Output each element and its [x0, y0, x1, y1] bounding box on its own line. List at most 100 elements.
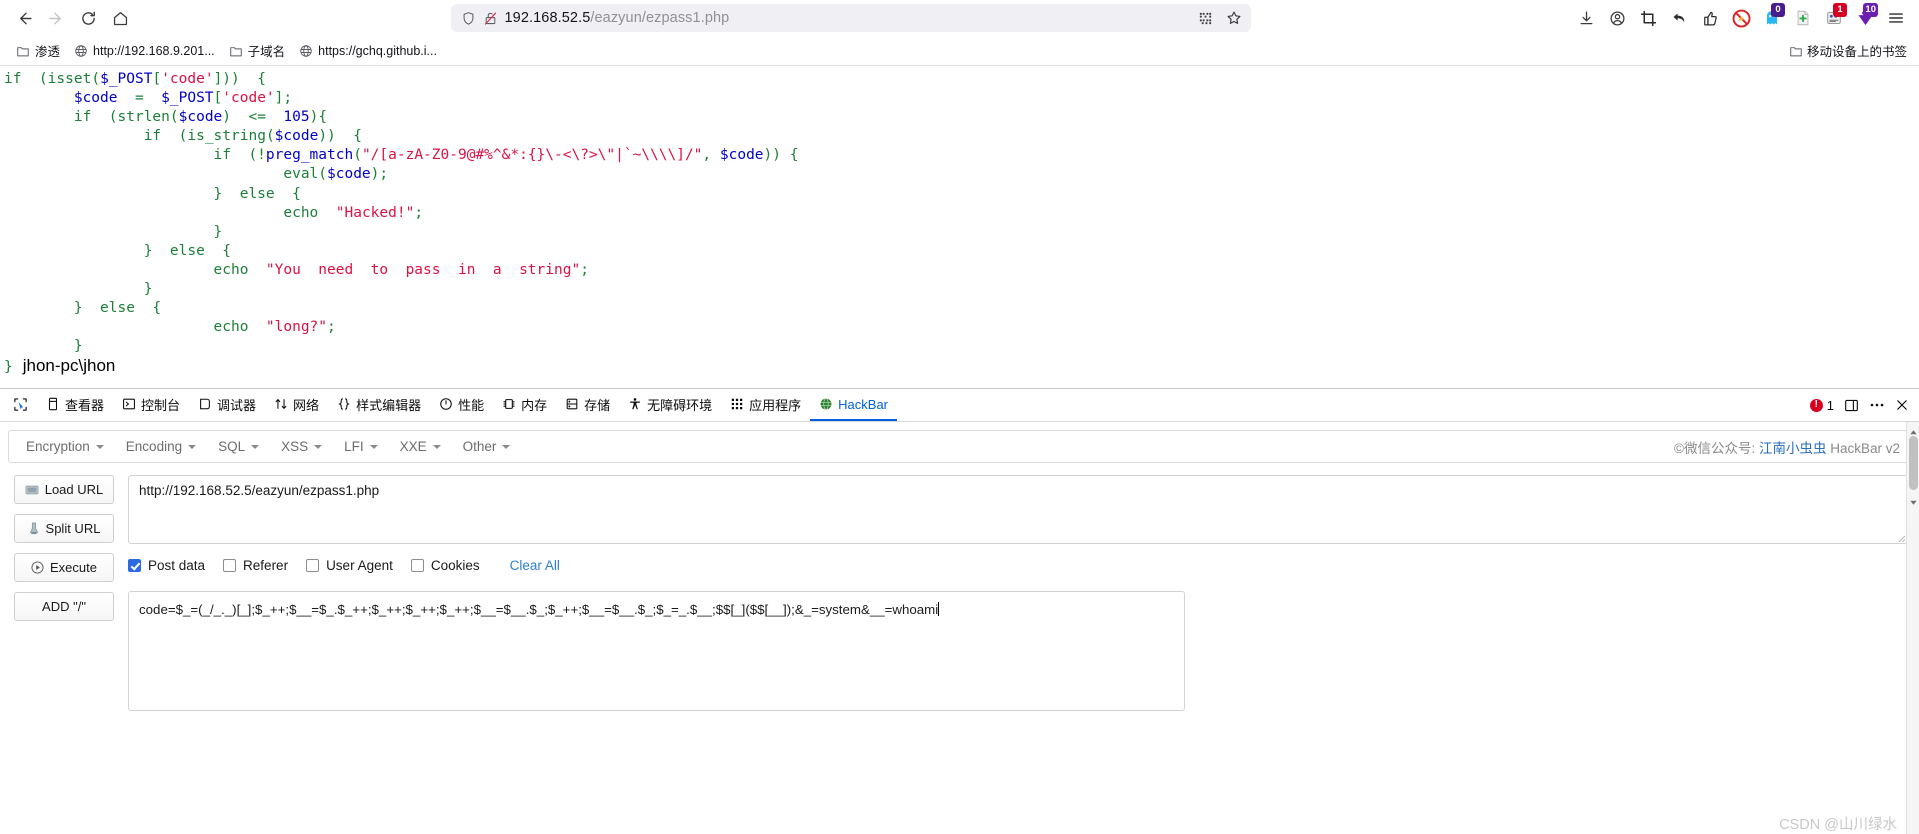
code-token: echo [283, 204, 319, 221]
urlbar-actions [1193, 5, 1247, 31]
user-agent-checkbox[interactable] [306, 559, 320, 572]
cookies-checkbox[interactable] [410, 559, 424, 572]
resize-handle-icon[interactable] [1896, 531, 1906, 543]
code-token: ){ [309, 109, 328, 126]
close-icon[interactable] [1895, 398, 1909, 412]
split-url-button[interactable]: Split URL [14, 514, 114, 543]
menu-sql[interactable]: SQL [207, 435, 270, 458]
scroll-down-arrow-icon[interactable] [1909, 494, 1918, 505]
scroll-up-arrow-icon[interactable] [1909, 424, 1918, 435]
hackbar-scrollbar[interactable] [1906, 422, 1919, 834]
bookmark-item[interactable]: http://192.168.9.201... [68, 41, 221, 61]
navigation-toolbar: 192.168.52.5/eazyun/ezpass1.php 0 1 10 [0, 0, 1919, 36]
extensions-toolbar: 0 1 10 [1565, 3, 1911, 33]
menu-other[interactable]: Other [452, 435, 522, 458]
bookmark-label: 渗透 [35, 45, 61, 59]
menu-encryption[interactable]: Encryption [15, 435, 115, 458]
devtools-picker-button[interactable] [4, 389, 37, 421]
menu-xss[interactable]: XSS [270, 435, 333, 458]
back-arrow-icon[interactable] [8, 2, 40, 34]
tab-hackbar[interactable]: HackBar [810, 389, 898, 421]
shield-icon[interactable] [461, 11, 476, 26]
forward-arrow-icon[interactable] [40, 2, 72, 34]
scrollbar-thumb[interactable] [1909, 436, 1918, 490]
code-token: else [100, 300, 135, 317]
code-line: } [4, 223, 1919, 242]
tab-application[interactable]: 应用程序 [721, 389, 810, 421]
tab-accessibility[interactable]: 无障碍环境 [619, 389, 721, 421]
thumbs-up-icon[interactable] [1695, 3, 1725, 33]
error-count-indicator[interactable]: ! 1 [1809, 398, 1834, 413]
menu-encoding[interactable]: Encoding [115, 435, 207, 458]
bookmark-item[interactable]: 子域名 [223, 38, 292, 63]
reload-icon[interactable] [72, 2, 104, 34]
code-token: 105 [283, 109, 310, 126]
lock-broken-icon[interactable] [483, 11, 498, 26]
code-token: { [204, 242, 232, 259]
tab-inspector[interactable]: 查看器 [37, 389, 113, 421]
add-slash-button[interactable]: ADD "/" [14, 592, 114, 621]
ghost-proxy-icon[interactable]: 0 [1757, 3, 1787, 33]
hamburger-menu-icon[interactable] [1881, 3, 1911, 33]
tab-debugger[interactable]: 调试器 [189, 389, 265, 421]
tab-performance[interactable]: 性能 [430, 389, 493, 421]
qr-code-icon[interactable] [1193, 5, 1219, 31]
user-agent-checkbox-item[interactable]: User Agent [306, 558, 401, 573]
hackbar-body: Load URL Split URL Execute ADD "/" http:… [0, 463, 1919, 711]
screenshot-crop-icon[interactable] [1633, 3, 1663, 33]
address-bar[interactable]: 192.168.52.5/eazyun/ezpass1.php [450, 4, 1251, 32]
post-data-checkbox[interactable] [128, 559, 141, 572]
url-text[interactable]: 192.168.52.5/eazyun/ezpass1.php [505, 10, 1186, 26]
referer-checkbox[interactable] [223, 559, 237, 572]
cookie-editor-badge: 1 [1833, 3, 1847, 17]
referer-checkbox-item[interactable]: Referer [223, 558, 296, 573]
tab-console[interactable]: 控制台 [113, 389, 189, 421]
tab-style-editor[interactable]: 样式编辑器 [328, 389, 430, 421]
brand-name: 江南小虫虫 [1758, 440, 1827, 456]
watermark-text: CSDN @山川绿水 [1779, 817, 1897, 833]
tab-memory-label: 内存 [521, 397, 548, 413]
code-token: , [702, 147, 720, 164]
cookie-editor-icon[interactable]: 1 [1819, 3, 1849, 33]
new-note-icon[interactable] [1788, 3, 1818, 33]
tab-style-editor-label: 样式编辑器 [356, 397, 422, 413]
url-input[interactable]: http://192.168.52.5/eazyun/ezpass1.php [128, 475, 1909, 544]
more-options-icon[interactable] [1869, 397, 1885, 413]
code-token: echo [213, 319, 249, 336]
clear-all-button[interactable]: Clear All [510, 558, 560, 573]
code-line: if (strlen($code) <= 105){ [4, 108, 1919, 127]
code-token: 'code' [161, 71, 214, 87]
final-line: } jhon-pc\jhon [4, 356, 1919, 377]
dock-panel-icon[interactable] [1844, 398, 1859, 413]
download-helper-icon[interactable]: 10 [1850, 3, 1880, 33]
adblock-disabled-icon[interactable] [1726, 3, 1756, 33]
post-data-input[interactable]: code=$_=(_/_._)[_];$_++;$__=$_.$_++;$_++… [128, 591, 1185, 711]
home-icon[interactable] [104, 2, 136, 34]
bookmark-label: 子域名 [247, 45, 286, 59]
tab-debugger-label: 调试器 [217, 397, 257, 413]
post-data-checkbox-item[interactable]: Post data [128, 558, 213, 573]
mobile-bookmarks-item[interactable]: 移动设备上的书签 [1789, 41, 1907, 60]
inspector-icon [46, 397, 60, 411]
tab-hackbar-label: HackBar [838, 396, 889, 412]
tab-network[interactable]: 网络 [265, 389, 328, 421]
tab-memory[interactable]: 内存 [493, 389, 556, 421]
code-line: eval($code); [4, 165, 1919, 184]
menu-lfi[interactable]: LFI [333, 435, 389, 458]
execute-button[interactable]: Execute [14, 553, 114, 582]
load-url-button[interactable]: Load URL [14, 475, 114, 504]
error-icon: ! [1809, 398, 1823, 412]
hackbar-icon [819, 397, 833, 411]
downloads-icon[interactable] [1571, 3, 1601, 33]
bookmark-item[interactable]: 渗透 [10, 38, 66, 63]
code-token: )) { [318, 128, 362, 145]
star-icon[interactable] [1221, 5, 1247, 31]
cookies-checkbox-item[interactable]: Cookies [410, 558, 488, 573]
menu-xxe[interactable]: XXE [389, 435, 452, 458]
bookmark-item[interactable]: https://gchq.github.i... [293, 41, 443, 61]
code-token: $_POST [100, 71, 153, 87]
tab-storage[interactable]: 存储 [556, 389, 619, 421]
account-icon[interactable] [1602, 3, 1632, 33]
code-line: echo "You need to pass in a string"; [4, 261, 1919, 280]
undo-arrow-icon[interactable] [1664, 3, 1694, 33]
